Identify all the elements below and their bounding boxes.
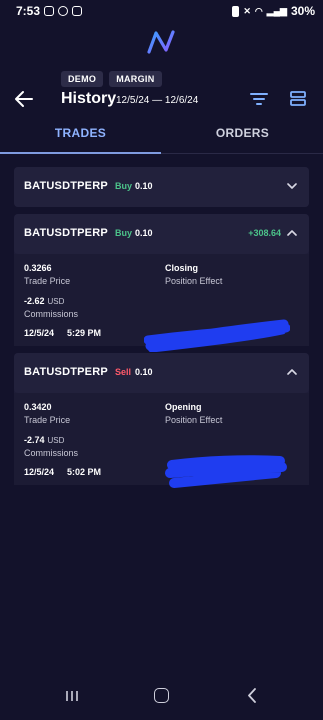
back-arrow-icon[interactable] [14,90,34,108]
system-nav-bar [0,672,323,720]
brave-icon [44,6,55,16]
trade-side: Buy [115,228,133,238]
trade-side: Sell [115,367,132,377]
trade-symbol: BATUSDTPERP [24,180,108,192]
layout-icon[interactable] [290,91,306,106]
trade-quantity: 0.10 [135,367,153,377]
trade-symbol: BATUSDTPERP [24,366,108,378]
battery-percent: 30% [290,4,315,18]
active-tab-indicator [0,152,161,154]
trade-time: 5:02 PM [67,467,102,477]
image-icon [72,6,83,16]
trade-symbol: BATUSDTPERP [24,227,108,239]
trade-card: BATUSDTPERP Buy 0.10 [14,167,309,207]
trade-price-label: Trade Price [24,415,71,425]
redaction-scribble [144,319,290,352]
trade-card-header[interactable]: BATUSDTPERP Sell 0.10 [14,353,309,393]
trade-price-value: 0.3266 [24,263,52,273]
commission-value: -2.74 USD [24,435,64,445]
trade-price-label: Trade Price [24,276,71,286]
system-back-icon[interactable] [247,688,257,703]
commission-unit: USD [47,297,65,306]
trade-price-value: 0.3420 [24,402,52,412]
trade-quantity: 0.10 [135,228,153,238]
trade-side: Buy [115,181,133,191]
demo-badge: DEMO [61,71,104,87]
trade-pnl: +308.64 [248,228,281,238]
header: DEMO MARGIN History 12/5/24 — 12/6/24 [0,70,323,114]
chevron-down-icon[interactable] [287,182,297,190]
commission-label: Commissions [24,448,79,458]
commission-value: -2.62 USD [24,296,64,306]
redaction-scribble [165,455,287,488]
account-badges: DEMO MARGIN [61,71,162,87]
commission-amount: -2.74 [24,435,45,445]
page-title: History [61,90,117,107]
position-effect-label: Position Effect [165,276,223,286]
position-effect-label: Position Effect [165,415,223,425]
position-effect-value: Closing [165,263,198,273]
home-icon[interactable] [154,688,169,703]
battery-saver-icon [232,5,240,17]
margin-badge: MARGIN [109,71,162,87]
tab-bar: TRADES ORDERS [0,118,323,154]
status-time: 7:53 [16,4,41,18]
trade-card-header[interactable]: BATUSDTPERP Buy 0.10 +308.64 [14,214,309,254]
commission-amount: -2.62 [24,296,45,306]
date-range[interactable]: 12/5/24 — 12/6/24 [116,95,198,106]
commission-label: Commissions [24,309,79,319]
trade-card-header[interactable]: BATUSDTPERP Buy 0.10 [14,167,309,207]
commission-unit: USD [47,436,65,445]
trade-time: 5:29 PM [67,328,102,338]
tab-orders[interactable]: ORDERS [162,126,323,140]
tab-trades[interactable]: TRADES [0,126,161,140]
trade-date: 12/5/24 [24,328,55,338]
app-logo [147,30,175,54]
mute-icon: ✕ [243,5,251,16]
chevron-up-icon[interactable] [287,229,297,237]
chevron-up-icon[interactable] [287,368,297,376]
notification-icon [58,6,69,16]
filter-icon[interactable] [250,92,268,106]
status-bar: 7:53 ✕ ◠ ▂▄▆ 30% [0,0,323,22]
wifi-icon: ◠ [254,5,263,16]
position-effect-value: Opening [165,402,202,412]
trade-date: 12/5/24 [24,467,55,477]
recent-apps-icon[interactable] [65,690,79,702]
trade-quantity: 0.10 [135,181,153,191]
signal-icon: ▂▄▆ [266,5,287,16]
trade-card: BATUSDTPERP Sell 0.10 0.3420 Trade Price… [14,353,309,488]
trade-card: BATUSDTPERP Buy 0.10 +308.64 0.3266 Trad… [14,214,309,352]
